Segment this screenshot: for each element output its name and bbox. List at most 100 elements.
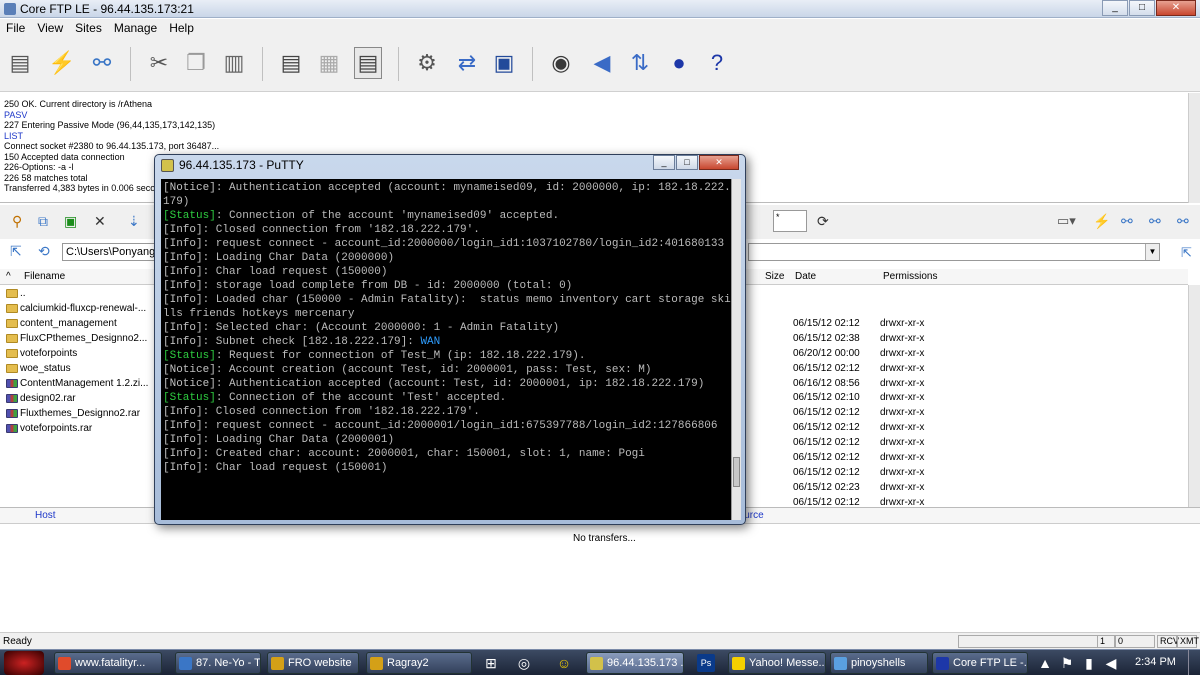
- connect-icon[interactable]: ⚯: [88, 47, 116, 79]
- cut-icon[interactable]: ✂: [145, 47, 173, 79]
- log-tag: [Status]: [163, 392, 216, 404]
- list-item[interactable]: ..: [0, 286, 160, 301]
- close-button[interactable]: ✕: [1156, 0, 1196, 16]
- minimize-button[interactable]: _: [1102, 0, 1128, 16]
- network-icon[interactable]: ⊞: [482, 654, 500, 672]
- table-row[interactable]: 06/15/12 02:12 drwxr-xr-x: [745, 420, 1188, 435]
- remote-path-input[interactable]: ▼: [748, 243, 1160, 261]
- list-item[interactable]: calciumkid-fluxcp-renewal-...: [0, 301, 160, 316]
- sort-icon[interactable]: ^: [6, 271, 11, 282]
- filter-input[interactable]: *: [773, 210, 807, 232]
- settings-icon[interactable]: ⚙: [413, 47, 441, 79]
- up-folder-icon[interactable]: ⇱: [1181, 245, 1192, 261]
- taskbar-item[interactable]: pinoyshells: [830, 652, 928, 674]
- help-icon[interactable]: ?: [703, 47, 731, 79]
- table-row[interactable]: 06/15/12 02:38 drwxr-xr-x: [745, 331, 1188, 346]
- table-row[interactable]: 06/20/12 00:00 drwxr-xr-x: [745, 346, 1188, 361]
- log-line: PASV: [4, 109, 28, 120]
- taskbar-item[interactable]: FRO website: [267, 652, 359, 674]
- menu-manage[interactable]: Manage: [114, 19, 157, 37]
- terminal-scrollbar[interactable]: [731, 179, 741, 520]
- view-file-icon[interactable]: ▤: [277, 47, 305, 79]
- list-item[interactable]: woe_status: [0, 361, 160, 376]
- list-item[interactable]: voteforpoints.rar: [0, 421, 160, 436]
- new-folder-icon[interactable]: ▣: [64, 213, 77, 230]
- list-item[interactable]: voteforpoints: [0, 346, 160, 361]
- terminal-icon[interactable]: ▣: [490, 47, 518, 79]
- menu-view[interactable]: View: [37, 19, 63, 37]
- taskbar-item[interactable]: www.fatalityr...: [54, 652, 162, 674]
- host-column-header[interactable]: Host: [35, 510, 56, 521]
- quick-connect-icon[interactable]: ⚡: [1093, 213, 1110, 230]
- permissions-column-header[interactable]: Permissions: [883, 271, 937, 282]
- view-icon[interactable]: ◉: [547, 47, 575, 79]
- delete-icon[interactable]: ✕: [94, 213, 106, 230]
- paste-icon[interactable]: ▥: [220, 47, 248, 79]
- refresh-icon[interactable]: ⟲: [38, 243, 50, 260]
- list-item[interactable]: Fluxthemes_Designno2.rar: [0, 406, 160, 421]
- sound-icon[interactable]: ◀: [588, 47, 616, 79]
- taskbar-item[interactable]: 87. Ne-Yo - T...: [175, 652, 261, 674]
- log-scrollbar[interactable]: [1188, 93, 1200, 203]
- list-item[interactable]: content_management: [0, 316, 160, 331]
- disconnect-icon[interactable]: ▭▾: [1057, 213, 1076, 229]
- scroll-thumb[interactable]: [733, 457, 740, 487]
- copy-icon[interactable]: ❐: [182, 47, 210, 79]
- table-row[interactable]: 06/15/12 02:12 drwxr-xr-x: [745, 405, 1188, 420]
- table-row[interactable]: 06/15/12 02:12 drwxr-xr-x: [745, 435, 1188, 450]
- list-item[interactable]: design02.rar: [0, 391, 160, 406]
- menu-sites[interactable]: Sites: [75, 19, 102, 37]
- show-desktop-button[interactable]: [1188, 650, 1200, 675]
- table-row[interactable]: 06/15/12 02:23 drwxr-xr-x: [745, 480, 1188, 495]
- reconnect-icon[interactable]: ⚯: [1149, 213, 1161, 230]
- table-row[interactable]: 06/15/12 02:12 drwxr-xr-x: [745, 361, 1188, 376]
- start-button[interactable]: [4, 651, 44, 675]
- size-column-header[interactable]: Size: [765, 271, 784, 282]
- taskbar-item[interactable]: Ragray2: [366, 652, 472, 674]
- edit-file-icon[interactable]: ▦: [315, 47, 343, 79]
- taskbar-item[interactable]: 96.44.135.173 ...: [586, 652, 684, 674]
- filename-column-header[interactable]: Filename: [24, 271, 65, 282]
- connect-site-icon[interactable]: ⚯: [1177, 213, 1189, 230]
- tray-arrow-icon[interactable]: ▲: [1036, 654, 1054, 672]
- taskbar-item[interactable]: Yahoo! Messe...: [728, 652, 826, 674]
- clock[interactable]: 2:34 PM: [1135, 656, 1176, 668]
- chevron-down-icon[interactable]: ▼: [1145, 244, 1159, 260]
- taskbar-item[interactable]: Core FTP LE -...: [932, 652, 1028, 674]
- search-icon[interactable]: ⚲: [12, 213, 22, 230]
- putty-minimize-button[interactable]: _: [653, 155, 675, 170]
- table-row[interactable]: 06/15/12 02:12 drwxr-xr-x: [745, 316, 1188, 331]
- menu-help[interactable]: Help: [169, 19, 194, 37]
- flag-icon[interactable]: ⚑: [1058, 654, 1076, 672]
- refresh-local-icon[interactable]: ⧉: [38, 213, 48, 230]
- quick-connect-icon[interactable]: ⚡: [48, 47, 76, 79]
- date-column-header[interactable]: Date: [795, 271, 816, 282]
- transfer-mode-icon[interactable]: ⇄: [453, 47, 481, 79]
- options-icon[interactable]: ●: [665, 47, 693, 79]
- connect-icon[interactable]: ⚯: [1121, 213, 1133, 230]
- list-icon[interactable]: ▤: [354, 47, 382, 79]
- putty-maximize-button[interactable]: □: [676, 155, 698, 170]
- steam-icon[interactable]: ◎: [515, 654, 533, 672]
- remote-scrollbar[interactable]: [1188, 285, 1200, 507]
- terminal-console[interactable]: [Notice]: Authentication accepted (accou…: [161, 179, 731, 520]
- table-row[interactable]: 06/15/12 02:10 drwxr-xr-x: [745, 390, 1188, 405]
- table-row[interactable]: 06/16/12 08:56 drwxr-xr-x: [745, 376, 1188, 391]
- upload-icon[interactable]: ⇣: [128, 213, 140, 230]
- signal-icon[interactable]: ▮: [1080, 654, 1098, 672]
- menu-file[interactable]: File: [6, 19, 25, 37]
- list-item[interactable]: FluxCPthemes_Designno2...: [0, 331, 160, 346]
- list-item[interactable]: ContentManagement 1.2.zi...: [0, 376, 160, 391]
- site-manager-icon[interactable]: ▤: [6, 47, 34, 79]
- putty-close-button[interactable]: ✕: [699, 155, 739, 170]
- maximize-button[interactable]: □: [1129, 0, 1155, 16]
- table-row[interactable]: 06/15/12 02:12 drwxr-xr-x: [745, 450, 1188, 465]
- sync-icon[interactable]: ⇅: [626, 47, 654, 79]
- smiley-icon[interactable]: ☺: [555, 654, 573, 672]
- table-row[interactable]: 06/15/12 02:12 drwxr-xr-x: [745, 465, 1188, 480]
- up-folder-icon[interactable]: ⇱: [10, 243, 22, 260]
- local-path-input[interactable]: C:\Users\Ponyang\Desktop: [62, 243, 158, 261]
- refresh-remote-icon[interactable]: ⟳: [817, 213, 829, 230]
- photoshop-icon[interactable]: Ps: [697, 654, 715, 672]
- volume-icon[interactable]: ◀: [1102, 654, 1120, 672]
